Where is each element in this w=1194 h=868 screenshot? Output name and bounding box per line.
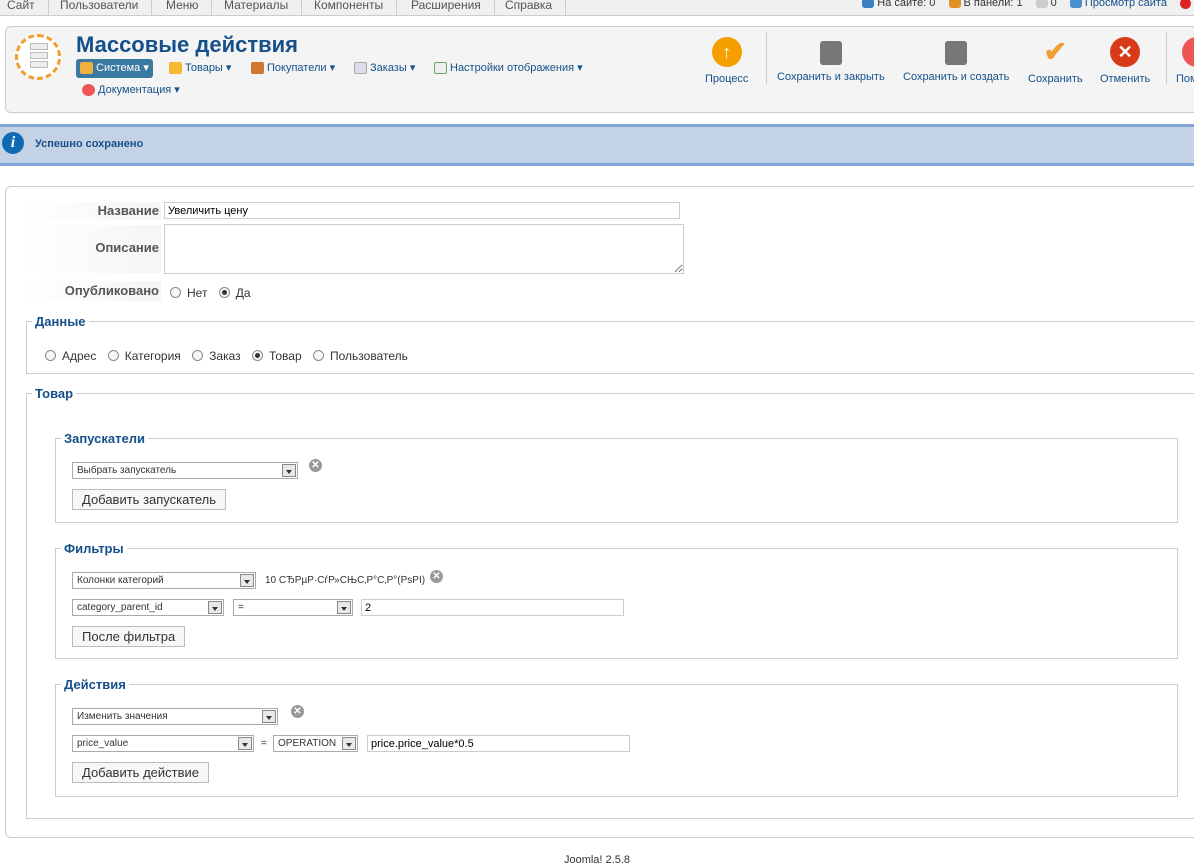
filter-select[interactable]: Колонки категорий (72, 572, 256, 589)
name-input[interactable] (164, 202, 680, 219)
triggers-fieldset: Запускатели Выбрать запускатель ✕ Добави… (55, 431, 1178, 523)
checkmark-icon: ✔ (1043, 36, 1068, 67)
close-icon: ✕ (1110, 37, 1141, 67)
menu-components[interactable]: Компоненты (301, 0, 398, 15)
action-value-input[interactable] (367, 735, 630, 752)
description-label: Описание (19, 225, 161, 273)
name-label: Название (19, 202, 161, 220)
view-site-link[interactable]: Просмотр сайта (1069, 0, 1167, 9)
help-button[interactable]: Помощь (1176, 37, 1194, 85)
remove-filter-icon[interactable]: ✕ (430, 570, 443, 583)
filter-operator-select[interactable]: = (233, 599, 353, 616)
footer-version: Joomla! 2.5.8 (563, 854, 631, 866)
submenu-customers[interactable]: Покупатели ▾ (251, 59, 335, 78)
toolbar: Массовые действия Система ▾ Товары ▾ Пок… (5, 26, 1194, 113)
message-text: Успешно сохранено (35, 138, 144, 150)
process-button[interactable]: ↑ Процесс (705, 37, 748, 85)
window-icon (434, 62, 447, 75)
document-icon (354, 62, 367, 75)
submenu-products[interactable]: Товары ▾ (169, 59, 231, 78)
triggers-legend: Запускатели (64, 431, 145, 446)
floppy-icon (819, 41, 842, 65)
radio-address[interactable] (45, 350, 56, 362)
yes-label: Да (235, 285, 251, 300)
cancel-button[interactable]: ✕ Отменить (1100, 37, 1150, 85)
messages-status[interactable]: 0 (1035, 0, 1057, 9)
filter-value-input[interactable] (361, 599, 624, 616)
action-select[interactable]: Изменить значения (72, 708, 278, 725)
radio-product[interactable] (251, 350, 263, 362)
radio-user[interactable] (312, 350, 324, 362)
users-icon (862, 0, 875, 9)
mass-actions-logo-icon (15, 34, 61, 80)
filters-legend: Фильтры (64, 541, 124, 556)
lifebuoy-icon (82, 84, 95, 97)
add-filter-button[interactable]: После фильтра (72, 626, 186, 647)
menu-extensions[interactable]: Расширения (398, 0, 495, 15)
action-equals: = (261, 738, 267, 749)
edit-form: Название Описание Опубликовано Нет Да Да… (5, 186, 1194, 838)
page-title: Массовые действия (76, 32, 299, 57)
actions-legend: Действия (64, 677, 126, 692)
monitor-icon (1069, 0, 1082, 9)
published-label: Опубликовано (19, 281, 161, 301)
radio-category[interactable] (107, 350, 119, 362)
menu-content[interactable]: Материалы (211, 0, 303, 15)
description-textarea[interactable] (164, 224, 684, 274)
no-label: Нет (187, 285, 208, 300)
trigger-select[interactable]: Выбрать запускатель (72, 462, 298, 479)
on-site-status[interactable]: На сайте: 0 (862, 0, 935, 9)
submenu-orders[interactable]: Заказы ▾ (354, 59, 415, 78)
menu-menus[interactable]: Меню (153, 0, 213, 15)
data-fieldset: Данные Адрес Категория Заказ Товар Польз… (26, 314, 1194, 374)
status-bar: На сайте: 0 В панели: 1 0 Просмотр сайта (852, 0, 1194, 11)
product-legend: Товар (35, 386, 74, 401)
data-type-radios: Адрес Категория Заказ Товар Пользователь (45, 348, 416, 363)
in-panel-status[interactable]: В панели: 1 (948, 0, 1023, 9)
logout-icon[interactable] (1180, 0, 1194, 9)
action-operation-select[interactable]: OPERATION (273, 735, 358, 752)
published-yes-radio[interactable] (218, 287, 230, 299)
floppy-plus-icon (945, 41, 968, 65)
menu-site[interactable]: Сайт (0, 0, 49, 15)
user-icon (251, 62, 264, 75)
product-fieldset: Товар Запускатели Выбрать запускатель ✕ … (26, 386, 1194, 819)
submenu-display-settings[interactable]: Настройки отображения ▾ (434, 59, 583, 78)
filter-field-select[interactable]: category_parent_id (72, 599, 224, 616)
actions-fieldset: Действия Изменить значения ✕ price_value… (55, 677, 1178, 797)
add-trigger-button[interactable]: Добавить запускатель (72, 489, 227, 510)
save-button[interactable]: ✔ Сохранить (1028, 36, 1083, 86)
add-action-button[interactable]: Добавить действие (72, 762, 209, 783)
filters-fieldset: Фильтры Колонки категорий 10 СЂРµР·СѓР»С… (55, 541, 1178, 659)
box-icon (169, 62, 182, 75)
data-legend: Данные (35, 314, 86, 329)
tools-icon (80, 62, 93, 75)
admins-icon (948, 0, 961, 9)
info-icon: i (2, 132, 24, 154)
published-radio-group: Нет Да (170, 285, 259, 300)
radio-order[interactable] (192, 350, 204, 362)
submenu-documentation[interactable]: Документация ▾ (82, 81, 180, 100)
save-close-button[interactable]: Сохранить и закрыть (777, 37, 885, 83)
menu-help[interactable]: Справка (492, 0, 567, 15)
menu-users[interactable]: Пользователи (47, 0, 153, 15)
published-no-radio[interactable] (170, 287, 181, 299)
action-field-select[interactable]: price_value (72, 735, 254, 752)
filter-result-text: 10 СЂРµР·СѓР»СЊС‚Р°С‚Р°(РѕРІ) (265, 575, 426, 586)
save-new-button[interactable]: Сохранить и создать (903, 37, 1009, 83)
remove-action-icon[interactable]: ✕ (291, 705, 304, 718)
submenu-system[interactable]: Система ▾ (76, 59, 153, 78)
top-menu: Сайт Пользователи Меню Материалы Компоне… (0, 0, 1194, 16)
lifebuoy-icon (1182, 37, 1194, 67)
remove-trigger-icon[interactable]: ✕ (309, 459, 322, 472)
mail-icon (1035, 0, 1048, 9)
success-message: i Успешно сохранено (0, 124, 1194, 166)
arrow-up-icon: ↑ (711, 37, 742, 67)
